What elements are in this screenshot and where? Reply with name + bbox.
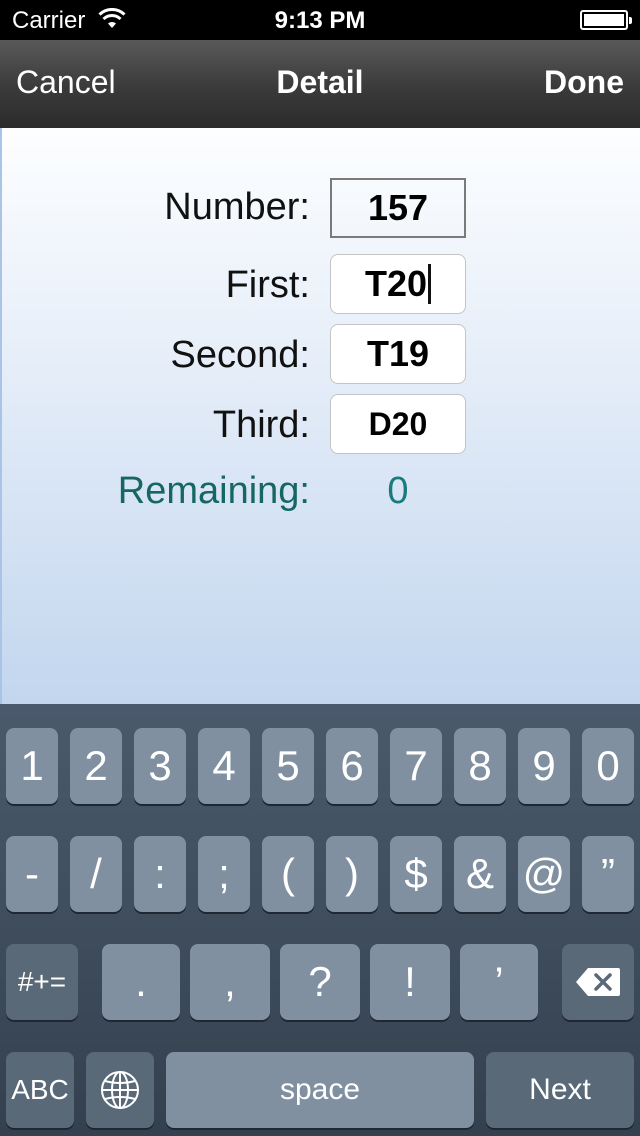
status-bar: Carrier 9:13 PM [0, 0, 640, 40]
key-ampersand[interactable]: & [454, 836, 506, 912]
symbols-toggle-key[interactable]: #+= [6, 944, 78, 1020]
remaining-value: 0 [387, 470, 409, 512]
detail-form: Number: 157 First: T20 Second: T19 Third… [0, 128, 640, 704]
number-label: Number: [164, 186, 310, 228]
third-field[interactable]: D20 [330, 394, 466, 454]
third-label: Third: [212, 404, 310, 446]
clock: 9:13 PM [274, 7, 366, 34]
key-2[interactable]: 2 [70, 728, 122, 804]
battery-icon [580, 10, 632, 30]
key-9[interactable]: 9 [518, 728, 570, 804]
key-5[interactable]: 5 [262, 728, 314, 804]
text-cursor [428, 264, 432, 304]
key-apostrophe[interactable]: ’ [460, 944, 538, 1020]
backspace-key[interactable] [562, 944, 634, 1020]
key-close-paren[interactable]: ) [326, 836, 378, 912]
third-value: D20 [368, 405, 428, 442]
first-field[interactable]: T20 [330, 254, 466, 314]
key-dollar[interactable]: $ [390, 836, 442, 912]
navigation-bar: Cancel Detail Done [0, 40, 640, 128]
second-value: T19 [366, 333, 430, 374]
key-at[interactable]: @ [518, 836, 570, 912]
key-6[interactable]: 6 [326, 728, 378, 804]
key-open-paren[interactable]: ( [262, 836, 314, 912]
second-field[interactable]: T19 [330, 324, 466, 384]
number-value: 157 [367, 187, 429, 228]
second-label: Second: [170, 334, 310, 376]
globe-icon [101, 1071, 139, 1109]
key-hyphen[interactable]: - [6, 836, 58, 912]
globe-key[interactable] [86, 1052, 154, 1128]
key-0[interactable]: 0 [582, 728, 634, 804]
first-label: First: [225, 264, 310, 306]
number-field[interactable]: 157 [330, 178, 466, 238]
key-colon[interactable]: : [134, 836, 186, 912]
key-comma[interactable]: , [190, 944, 270, 1020]
done-button[interactable]: Done [544, 64, 624, 101]
keyboard: 1 2 3 4 5 6 7 8 9 0 - / : ; ( ) $ & @ ” … [0, 704, 640, 1136]
key-4[interactable]: 4 [198, 728, 250, 804]
key-quote[interactable]: ” [582, 836, 634, 912]
first-value: T20 [364, 263, 428, 304]
key-3[interactable]: 3 [134, 728, 186, 804]
next-key[interactable]: Next [486, 1052, 634, 1128]
remaining-label: Remaining: [117, 470, 310, 512]
key-7[interactable]: 7 [390, 728, 442, 804]
key-slash[interactable]: / [70, 836, 122, 912]
key-question[interactable]: ? [280, 944, 360, 1020]
delete-icon [576, 968, 620, 996]
key-exclamation[interactable]: ! [370, 944, 450, 1020]
abc-key[interactable]: ABC [6, 1052, 74, 1128]
key-semicolon[interactable]: ; [198, 836, 250, 912]
key-1[interactable]: 1 [6, 728, 58, 804]
space-key[interactable]: space [166, 1052, 474, 1128]
key-8[interactable]: 8 [454, 728, 506, 804]
key-period[interactable]: . [102, 944, 180, 1020]
